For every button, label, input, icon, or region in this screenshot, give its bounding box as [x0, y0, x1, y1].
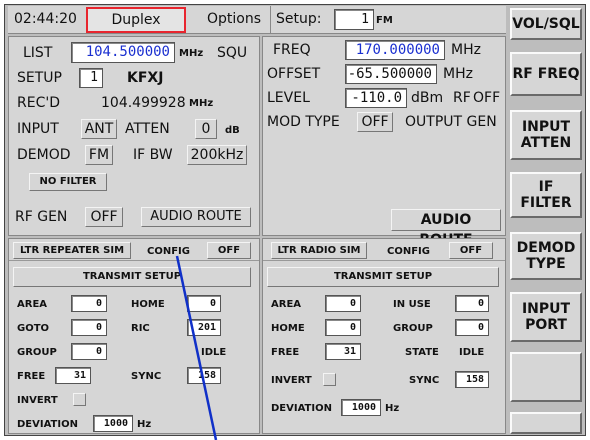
pointer-annotation-line — [175, 255, 218, 440]
